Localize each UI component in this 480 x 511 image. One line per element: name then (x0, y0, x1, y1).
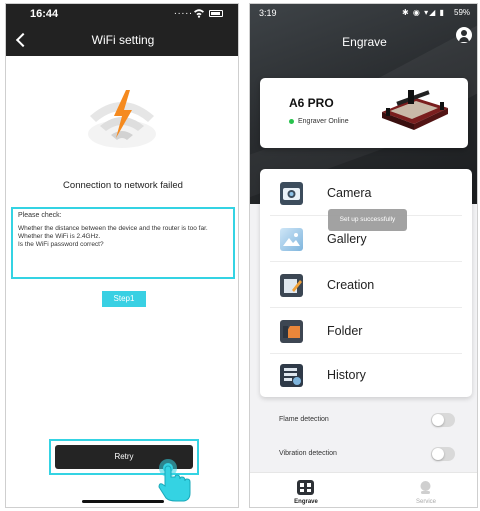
online-dot (289, 118, 294, 124)
tap-hand-icon (158, 459, 191, 502)
menu-label: Camera (327, 186, 372, 200)
device-status-text: Engraver Online (298, 118, 349, 125)
setting-label: Flame detection (279, 416, 329, 423)
connection-failed-message: Connection to network failed (63, 180, 183, 191)
page-title: WiFi setting (91, 33, 155, 47)
menu-label: History (327, 368, 366, 382)
battery-icon (209, 10, 223, 17)
signal-dots: ..... (174, 6, 193, 17)
laser-engraver-image (382, 90, 448, 130)
check-heading: Please check: (18, 212, 62, 219)
tab-label: Engrave (294, 499, 318, 505)
tab-service[interactable]: Service (386, 473, 466, 507)
step1-label: Step1 (102, 291, 146, 307)
menu-item-creation[interactable]: Creation (260, 263, 472, 308)
setting-label: Vibration detection (279, 450, 337, 457)
vibration-detection-toggle[interactable] (431, 447, 455, 461)
menu-label: Gallery (327, 232, 367, 246)
service-tab-icon (417, 480, 434, 495)
flame-detection-row: Flame detection (250, 404, 477, 438)
camera-icon (280, 182, 303, 205)
engrave-home-screen: 3:19 ✱ ◉ ▾◢ ▮ 59% Engrave A6 PRO Engrave… (249, 3, 478, 508)
check-line: Is the WiFi password correct? (18, 241, 104, 248)
toast-message: Set up successfully (328, 209, 407, 231)
device-model: A6 PRO (289, 96, 334, 110)
history-icon (280, 364, 303, 387)
status-bar: 3:19 ✱ ◉ ▾◢ ▮ 59% (250, 4, 477, 24)
bottom-tab-bar: Engrave Service (250, 472, 477, 507)
page-title: Engrave (342, 35, 387, 49)
menu-label: Folder (327, 324, 363, 338)
menu-item-history[interactable]: History (260, 353, 472, 398)
status-icons: ✱ ◉ ▾◢ ▮ (402, 8, 445, 17)
device-status: Engraver Online (289, 118, 349, 125)
engrave-tab-icon (297, 480, 314, 495)
troubleshooting-panel: Please check: Whether the distance betwe… (11, 207, 235, 279)
profile-icon[interactable] (456, 27, 472, 43)
feature-menu: Camera Gallery Creation Folder History (260, 169, 472, 397)
status-bar: 16:44 ..... (6, 4, 238, 24)
check-line: Whether the WiFi is 2.4GHz. (18, 233, 101, 240)
folder-icon (280, 320, 303, 343)
menu-label: Creation (327, 278, 375, 292)
tab-label: Service (415, 499, 436, 505)
nav-bar: WiFi setting (6, 24, 238, 56)
creation-icon (280, 274, 303, 297)
menu-item-folder[interactable]: Folder (260, 309, 472, 354)
gallery-icon (280, 228, 303, 251)
battery-percent: 59% (454, 8, 471, 17)
screenshot-composite: 16:44 ..... WiFi setting Connection to n… (0, 0, 480, 511)
vibration-detection-row: Vibration detection (250, 438, 477, 472)
tab-engrave[interactable]: Engrave (266, 473, 346, 507)
status-time: 3:19 (259, 8, 277, 18)
status-time: 16:44 (30, 8, 59, 20)
check-line: Whether the distance between the device … (18, 225, 208, 232)
wifi-failed-icon (88, 90, 156, 148)
device-card[interactable]: A6 PRO Engraver Online (260, 78, 468, 148)
flame-detection-toggle[interactable] (431, 413, 455, 427)
wifi-setting-screen: 16:44 ..... WiFi setting Connection to n… (5, 3, 239, 508)
home-indicator (82, 500, 164, 503)
wifi-status-icon (194, 9, 204, 18)
